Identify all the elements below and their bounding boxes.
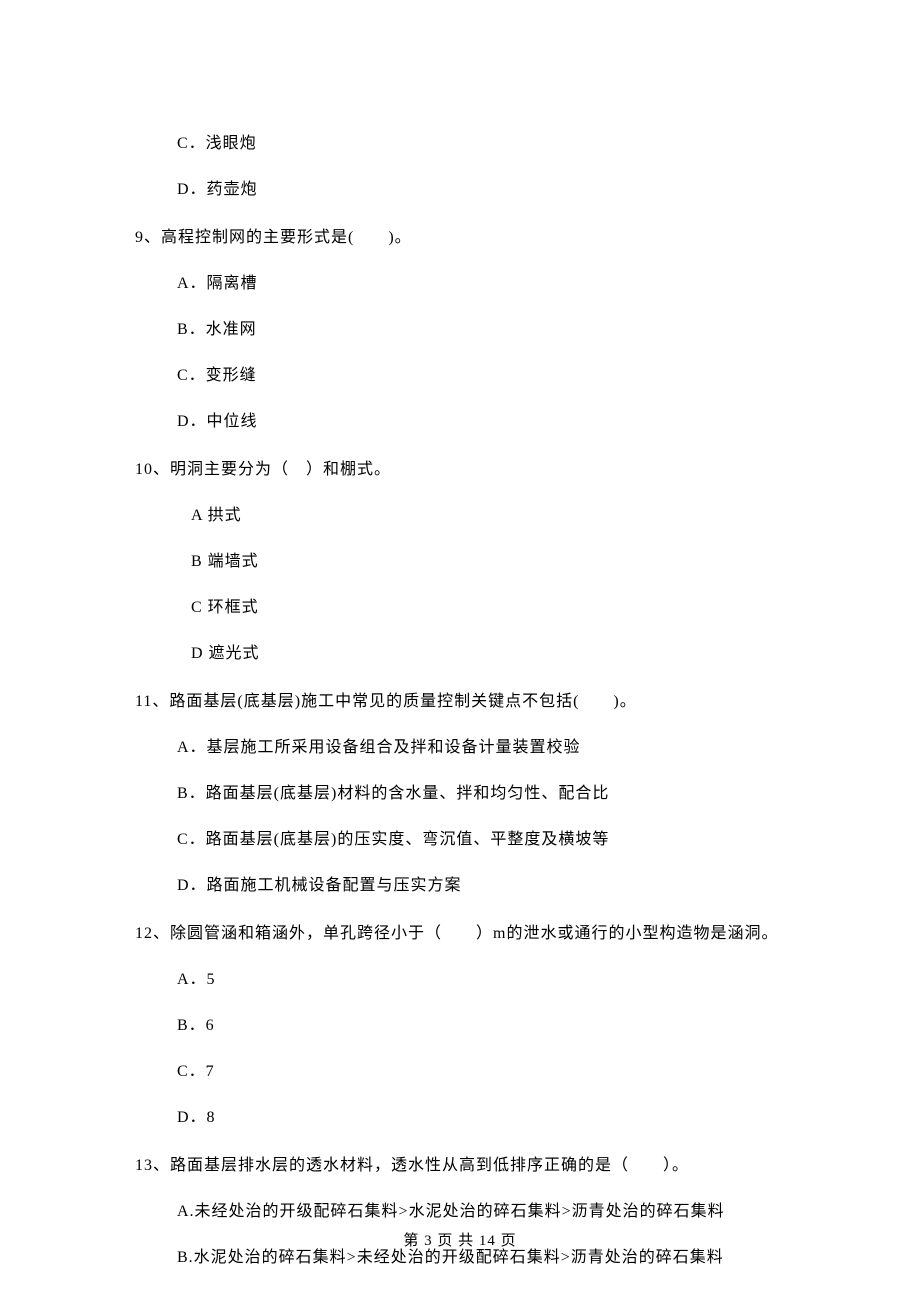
page-footer: 第 3 页 共 14 页 — [0, 1229, 920, 1250]
page-content: C．浅眼炮 D．药壶炮 9、高程控制网的主要形式是( )。 A．隔离槽 B．水准… — [0, 0, 920, 1270]
q10-option-a: A 拱式 — [191, 504, 785, 528]
q10-option-d: D 遮光式 — [191, 642, 785, 666]
question-13: 13、路面基层排水层的透水材料，透水性从高到低排序正确的是（ ）。 — [135, 1154, 785, 1178]
question-10: 10、明洞主要分为（ ）和棚式。 — [135, 458, 785, 482]
q10-option-b: B 端墙式 — [191, 550, 785, 574]
prev-option-d: D．药壶炮 — [177, 178, 785, 202]
question-9: 9、高程控制网的主要形式是( )。 — [135, 226, 785, 250]
q12-option-a: A．5 — [177, 968, 785, 992]
q11-option-c: C．路面基层(底基层)的压实度、弯沉值、平整度及横坡等 — [177, 828, 785, 852]
q12-option-b: B．6 — [177, 1014, 785, 1038]
q9-option-a: A．隔离槽 — [177, 272, 785, 296]
q9-option-b: B．水准网 — [177, 318, 785, 342]
q13-option-a: A.未经处治的开级配碎石集料>水泥处治的碎石集料>沥青处治的碎石集料 — [177, 1200, 785, 1224]
question-11: 11、路面基层(底基层)施工中常见的质量控制关键点不包括( )。 — [135, 690, 785, 714]
question-12: 12、除圆管涵和箱涵外，单孔跨径小于（ ）m的泄水或通行的小型构造物是涵洞。 — [135, 922, 785, 946]
q11-option-b: B．路面基层(底基层)材料的含水量、拌和均匀性、配合比 — [177, 782, 785, 806]
q12-option-d: D．8 — [177, 1106, 785, 1130]
q11-option-a: A．基层施工所采用设备组合及拌和设备计量装置校验 — [177, 736, 785, 760]
q9-option-c: C．变形缝 — [177, 364, 785, 388]
q12-option-c: C．7 — [177, 1060, 785, 1084]
q9-option-d: D．中位线 — [177, 410, 785, 434]
q10-option-c: C 环框式 — [191, 596, 785, 620]
prev-option-c: C．浅眼炮 — [177, 132, 785, 156]
q11-option-d: D．路面施工机械设备配置与压实方案 — [177, 874, 785, 898]
